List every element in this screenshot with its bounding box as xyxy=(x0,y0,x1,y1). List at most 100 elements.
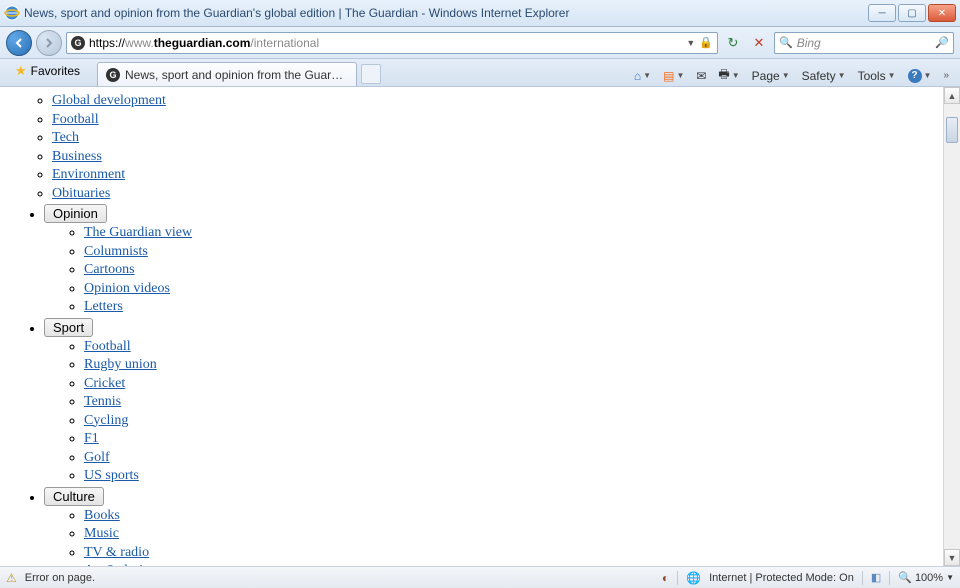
nav-subitem: Music xyxy=(84,525,948,543)
arrow-right-icon xyxy=(43,37,55,49)
address-dropdown-icon[interactable]: ▼ xyxy=(686,38,695,48)
more-commands[interactable]: » xyxy=(938,67,954,84)
tab-active[interactable]: G News, sport and opinion from the Guard… xyxy=(97,62,357,86)
chevron-down-icon: ▼ xyxy=(643,71,651,80)
nav-subitem: Football xyxy=(84,338,948,356)
help-button[interactable]: ?▼ xyxy=(903,66,937,86)
home-icon: ⌂ xyxy=(634,69,641,83)
nav-link[interactable]: Football xyxy=(52,112,99,127)
nav-link[interactable]: TV & radio xyxy=(84,545,149,560)
rss-icon: ▤ xyxy=(663,69,674,83)
nav-link[interactable]: Cartoons xyxy=(84,262,135,277)
forward-button[interactable] xyxy=(36,30,62,56)
section-button[interactable]: Sport xyxy=(44,318,93,337)
search-box[interactable]: 🔍 Bing 🔎 xyxy=(774,32,954,54)
nav-subitem: F1 xyxy=(84,430,948,448)
nav-link[interactable]: The Guardian view xyxy=(84,225,192,240)
zoom-level: 100% xyxy=(915,572,943,584)
nav-link[interactable]: Rugby union xyxy=(84,357,157,372)
stop-icon: ✕ xyxy=(754,35,765,51)
arrow-left-icon xyxy=(13,37,25,49)
nav-subitem: Columnists xyxy=(84,243,948,261)
safety-menu[interactable]: Safety▼ xyxy=(797,66,851,86)
window-title: News, sport and opinion from the Guardia… xyxy=(24,6,868,20)
tools-menu[interactable]: Tools▼ xyxy=(853,66,901,86)
nav-link[interactable]: Football xyxy=(84,339,131,354)
nav-link[interactable]: Cricket xyxy=(84,376,125,391)
nav-subitem: Tennis xyxy=(84,393,948,411)
security-zone: Internet | Protected Mode: On xyxy=(709,572,854,584)
section-button[interactable]: Culture xyxy=(44,487,104,506)
read-mail-button[interactable]: ✉ xyxy=(691,66,711,86)
navigation-bar: G https://www.theguardian.com/internatio… xyxy=(0,27,960,59)
chevron-down-icon: ▼ xyxy=(888,71,896,80)
print-icon: 🖶 xyxy=(718,65,729,86)
search-placeholder: Bing xyxy=(797,36,932,50)
tab-title: News, sport and opinion from the Guardia… xyxy=(125,68,348,82)
nav-link[interactable]: Environment xyxy=(52,167,125,182)
nav-link[interactable]: Books xyxy=(84,508,120,523)
scroll-thumb[interactable] xyxy=(946,117,958,143)
nav-link[interactable]: Art & design xyxy=(84,563,157,566)
nav-subitem: Cartoons xyxy=(84,261,948,279)
nav-subitem: Tech xyxy=(52,129,948,147)
favorites-button[interactable]: ★ Favorites xyxy=(6,59,89,83)
chevron-down-icon: ▼ xyxy=(946,573,954,582)
search-provider-icon: 🔍 xyxy=(779,36,793,49)
nav-subitem: Books xyxy=(84,507,948,525)
nav-link[interactable]: Business xyxy=(52,149,102,164)
nav-section: Opinion The Guardian view Columnists Cartoo… xyxy=(44,204,948,316)
url-text: https://www.theguardian.com/internationa… xyxy=(89,36,682,50)
nav-subitem: Obituaries xyxy=(52,185,948,203)
nav-link[interactable]: Tennis xyxy=(84,394,121,409)
search-go-icon[interactable]: 🔎 xyxy=(935,36,949,49)
back-button[interactable] xyxy=(6,30,32,56)
nav-link[interactable]: Columnists xyxy=(84,244,148,259)
page-content: Global development Football Tech Business En… xyxy=(0,87,960,566)
nav-link[interactable]: F1 xyxy=(84,431,99,446)
nav-link[interactable]: Global development xyxy=(52,93,166,108)
refresh-button[interactable]: ↻ xyxy=(722,32,744,54)
print-button[interactable]: 🖶▼ xyxy=(713,62,744,89)
scroll-up-button[interactable]: ▲ xyxy=(944,87,960,104)
nav-link[interactable]: Golf xyxy=(84,450,110,465)
separator xyxy=(889,571,890,585)
nav-link[interactable]: US sports xyxy=(84,468,139,483)
scroll-down-button[interactable]: ▼ xyxy=(944,549,960,566)
tab-favicon-icon: G xyxy=(106,68,120,82)
nav-section: Culture Books Music TV & radio Art & design xyxy=(44,487,948,567)
chevron-down-icon: ▼ xyxy=(924,71,932,80)
minimize-button[interactable]: ─ xyxy=(868,4,896,22)
maximize-button[interactable]: ▢ xyxy=(898,4,926,22)
zoom-control[interactable]: 🔍 100% ▼ xyxy=(898,571,954,584)
stop-button[interactable]: ✕ xyxy=(748,32,770,54)
vertical-scrollbar[interactable]: ▲ ▼ xyxy=(943,87,960,566)
new-tab-button[interactable] xyxy=(361,64,381,84)
window-titlebar: News, sport and opinion from the Guardia… xyxy=(0,0,960,27)
nav-subitem: Football xyxy=(52,111,948,129)
nav-link[interactable]: Letters xyxy=(84,299,123,314)
feeds-button[interactable]: ▤▼ xyxy=(658,66,689,86)
nav-link[interactable]: Opinion videos xyxy=(84,281,170,296)
chevron-down-icon: ▼ xyxy=(732,71,740,80)
status-bar: ⚠ Error on page. ◐ 🌐 Internet | Protecte… xyxy=(0,566,960,588)
chevron-right-icon: » xyxy=(943,70,949,81)
popup-blocker-icon[interactable]: ◐ xyxy=(662,571,669,585)
nav-link[interactable]: Cycling xyxy=(84,413,128,428)
star-icon: ★ xyxy=(15,63,27,79)
nav-subitem: Business xyxy=(52,148,948,166)
section-button[interactable]: Opinion xyxy=(44,204,107,223)
nav-subitem: Rugby union xyxy=(84,356,948,374)
address-bar[interactable]: G https://www.theguardian.com/internatio… xyxy=(66,32,718,54)
nav-link[interactable]: Music xyxy=(84,526,119,541)
lock-icon[interactable]: 🔒 xyxy=(699,36,713,49)
home-button[interactable]: ⌂▼ xyxy=(629,66,656,86)
nav-subitem: Cycling xyxy=(84,412,948,430)
close-button[interactable]: ✕ xyxy=(928,4,956,22)
nav-link[interactable]: Obituaries xyxy=(52,186,110,201)
content-area: Global development Football Tech Business En… xyxy=(0,87,960,566)
nav-subitem: Opinion videos xyxy=(84,280,948,298)
nav-subitem: Golf xyxy=(84,449,948,467)
nav-link[interactable]: Tech xyxy=(52,130,79,145)
page-menu[interactable]: Page▼ xyxy=(747,66,795,86)
